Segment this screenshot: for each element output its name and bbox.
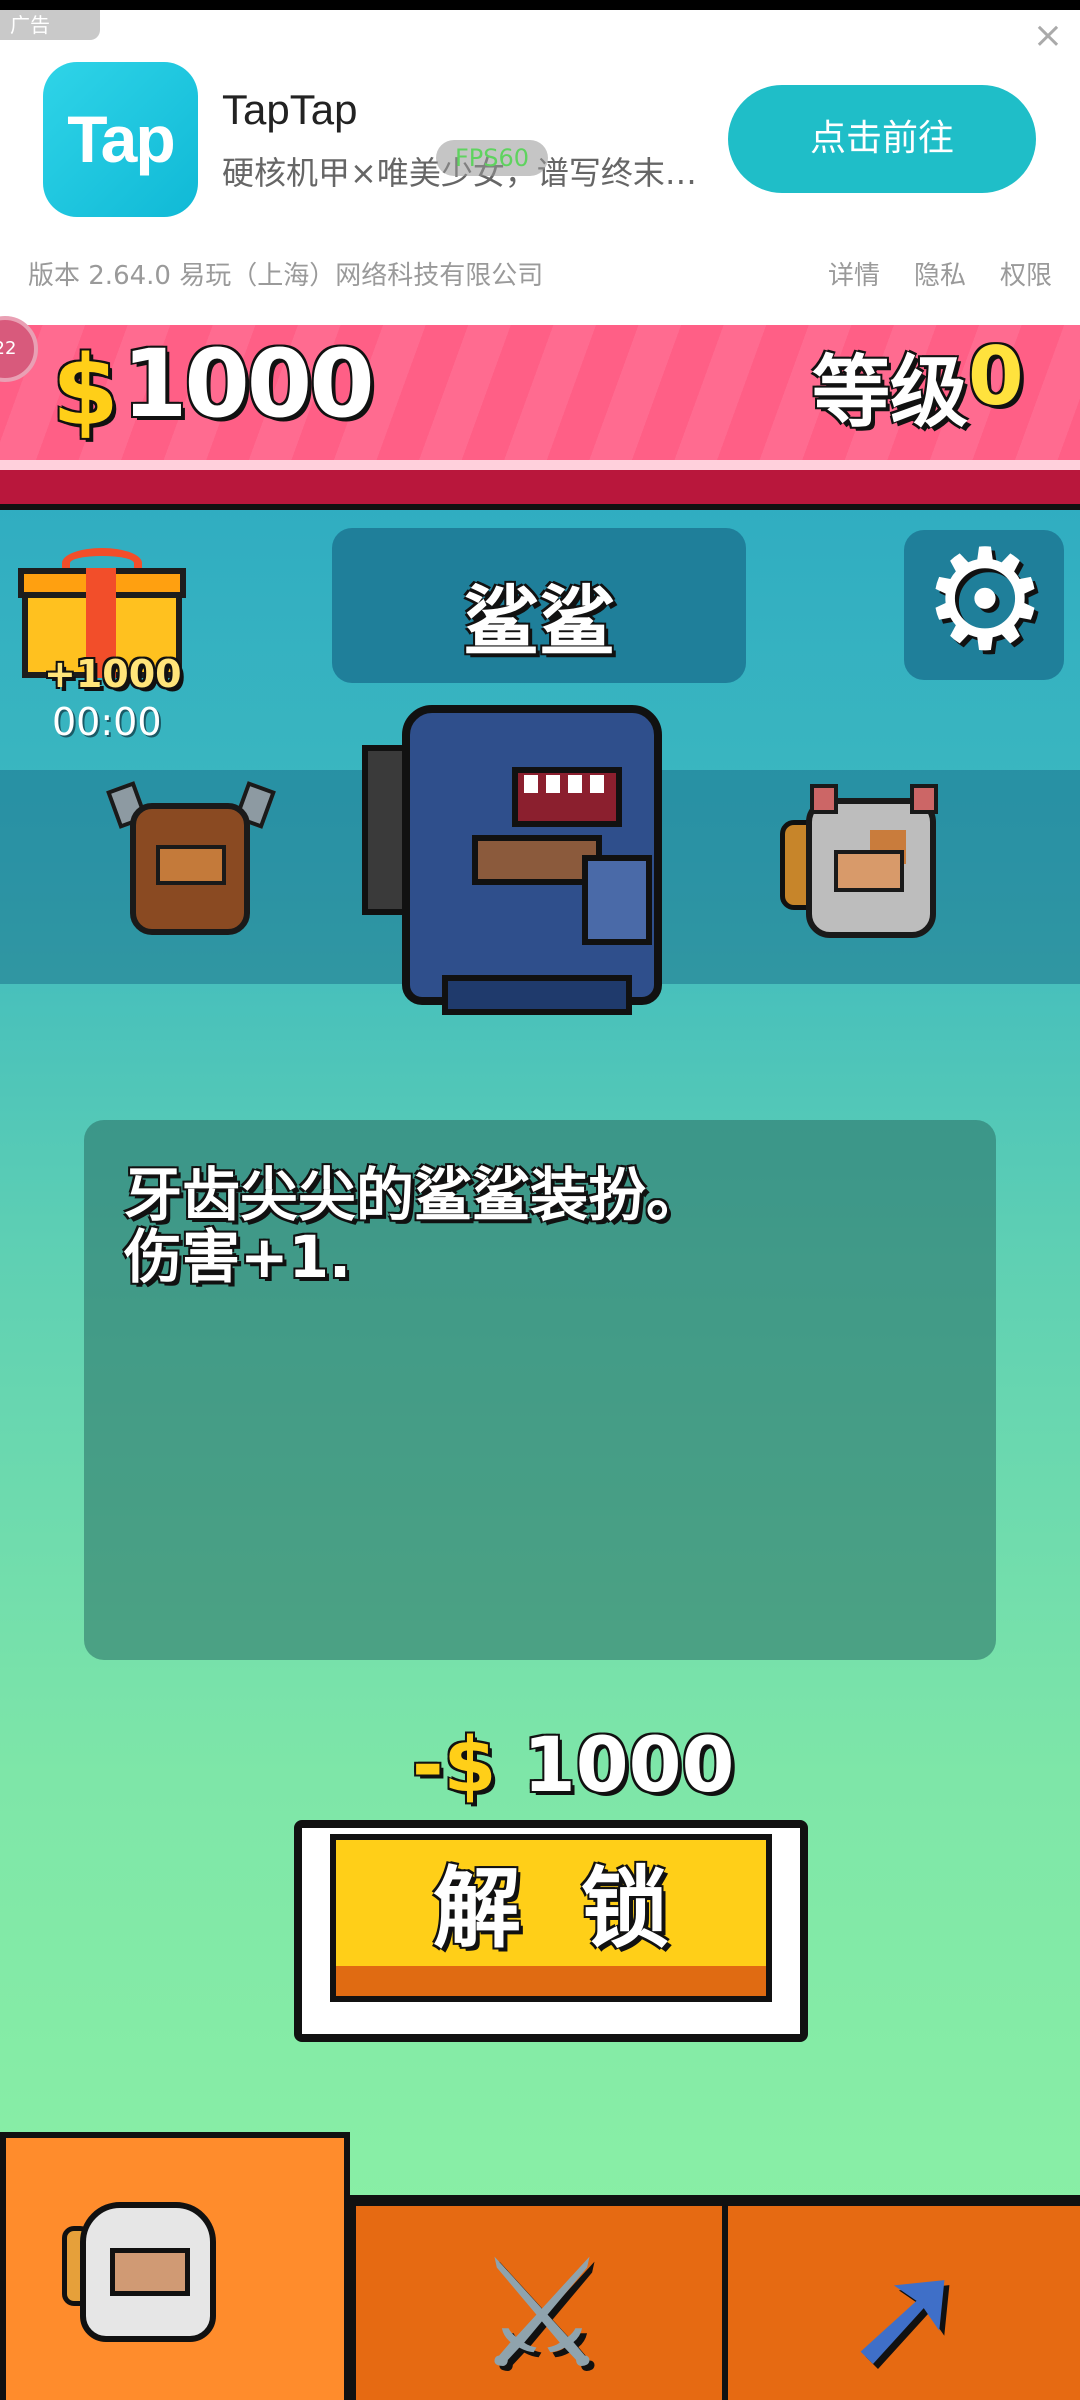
level-value: 0 xyxy=(968,330,1024,423)
ad-link-details[interactable]: 详情 xyxy=(828,261,880,291)
top-bar-bottom-strip xyxy=(0,470,1080,510)
ad-links: 详情 隐私 权限 xyxy=(794,255,1052,292)
character-option-cat[interactable] xyxy=(780,780,955,950)
gift-timer: 00:00 xyxy=(52,700,162,744)
ad-link-privacy[interactable]: 隐私 xyxy=(914,261,966,291)
character-arm xyxy=(582,855,652,945)
character-name: 鲨鲨 xyxy=(463,577,615,666)
character-icon[interactable] xyxy=(62,2196,232,2356)
close-icon[interactable]: × xyxy=(1030,18,1066,54)
ad-tag: 广告 xyxy=(0,10,100,40)
money-value: 1000 xyxy=(122,330,375,439)
character-feet xyxy=(442,975,632,1015)
fps-badge: FPS60 xyxy=(436,140,548,176)
character-face xyxy=(156,845,226,885)
level-label: 等级 xyxy=(812,348,969,438)
gift-amount: +1000 xyxy=(44,652,182,696)
character-option-viking[interactable] xyxy=(106,781,276,945)
top-bar-stripe xyxy=(0,460,1080,470)
cat-ear xyxy=(810,784,838,814)
shark-teeth xyxy=(524,775,610,793)
ad-cta-button[interactable]: 点击前往 xyxy=(728,85,1036,193)
swords-icon[interactable]: ⚔ xyxy=(452,2240,632,2400)
cat-ear xyxy=(910,784,938,814)
character-face xyxy=(834,850,904,892)
arrow-icon[interactable]: ➚ xyxy=(820,2240,990,2400)
description-line: 伤害+1. xyxy=(124,1223,351,1291)
unlock-button-base xyxy=(330,1966,772,2002)
ad-link-permissions[interactable]: 权限 xyxy=(1000,261,1052,291)
ad-app-logo[interactable]: Tap xyxy=(43,62,198,217)
dollar-icon: $ xyxy=(443,1720,497,1809)
dollar-icon: $ xyxy=(52,335,119,447)
ad-title: TapTap xyxy=(222,86,358,133)
price: -$ 1000 xyxy=(412,1720,734,1809)
character-face xyxy=(110,2248,190,2296)
unlock-label[interactable]: 解锁 xyxy=(330,1838,772,1965)
price-prefix: - xyxy=(412,1720,444,1809)
character-selected-shark[interactable] xyxy=(362,705,682,1015)
gear-icon[interactable]: ⚙ xyxy=(920,531,1050,671)
price-value: 1000 xyxy=(522,1720,735,1809)
ad-meta: 版本 2.64.0 易玩（上海）网络科技有限公司 xyxy=(28,261,544,291)
